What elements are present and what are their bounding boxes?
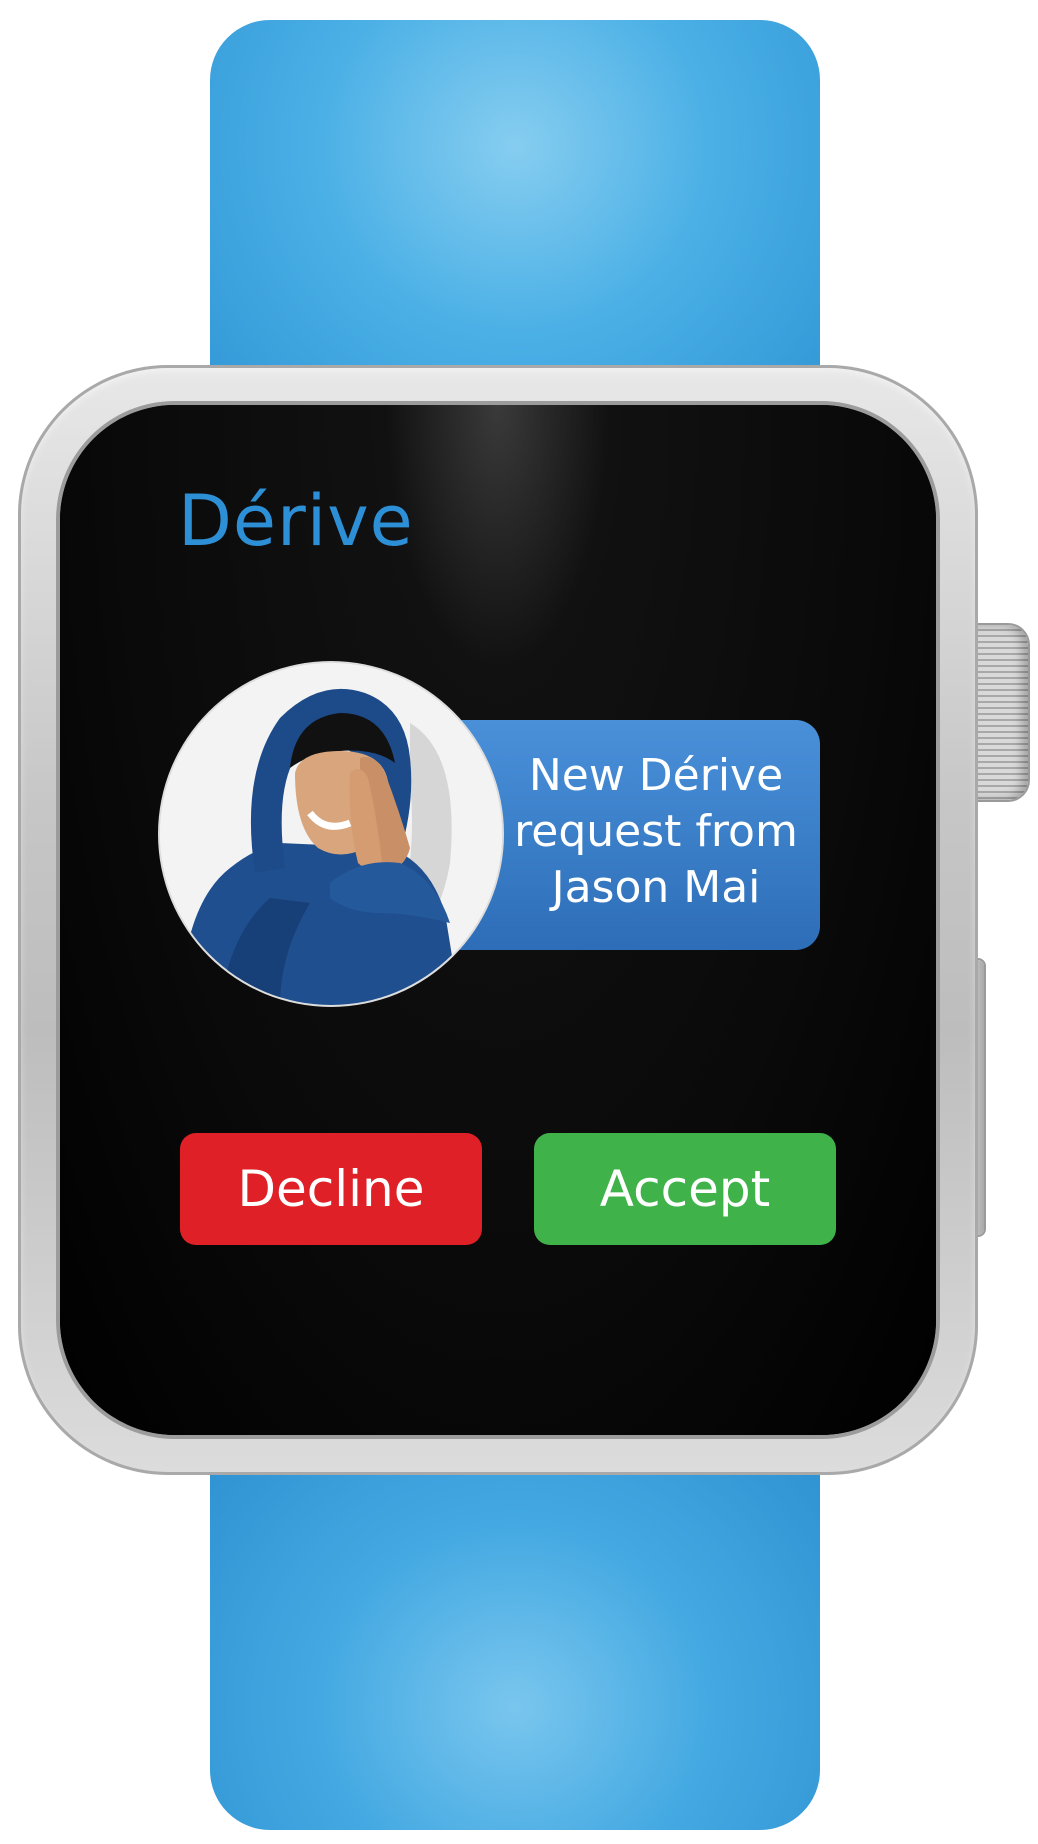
notification-line-3: Jason Mai — [551, 862, 761, 913]
person-avatar-icon — [160, 663, 502, 1005]
notification-line-1: New Dérive — [528, 750, 784, 801]
watch-device: Dérive New Dérive request from Jason Mai — [0, 0, 1038, 1844]
watch-case: Dérive New Dérive request from Jason Mai — [18, 365, 978, 1475]
watch-strap-bottom — [210, 1420, 820, 1830]
decline-button[interactable]: Decline — [180, 1133, 482, 1245]
accept-button[interactable]: Accept — [534, 1133, 836, 1245]
sender-avatar — [160, 663, 502, 1005]
notification-line-2: request from — [514, 806, 798, 857]
watch-screen: Dérive New Dérive request from Jason Mai — [60, 405, 936, 1435]
app-title: Dérive — [178, 480, 414, 562]
watch-bezel: Dérive New Dérive request from Jason Mai — [60, 405, 936, 1435]
